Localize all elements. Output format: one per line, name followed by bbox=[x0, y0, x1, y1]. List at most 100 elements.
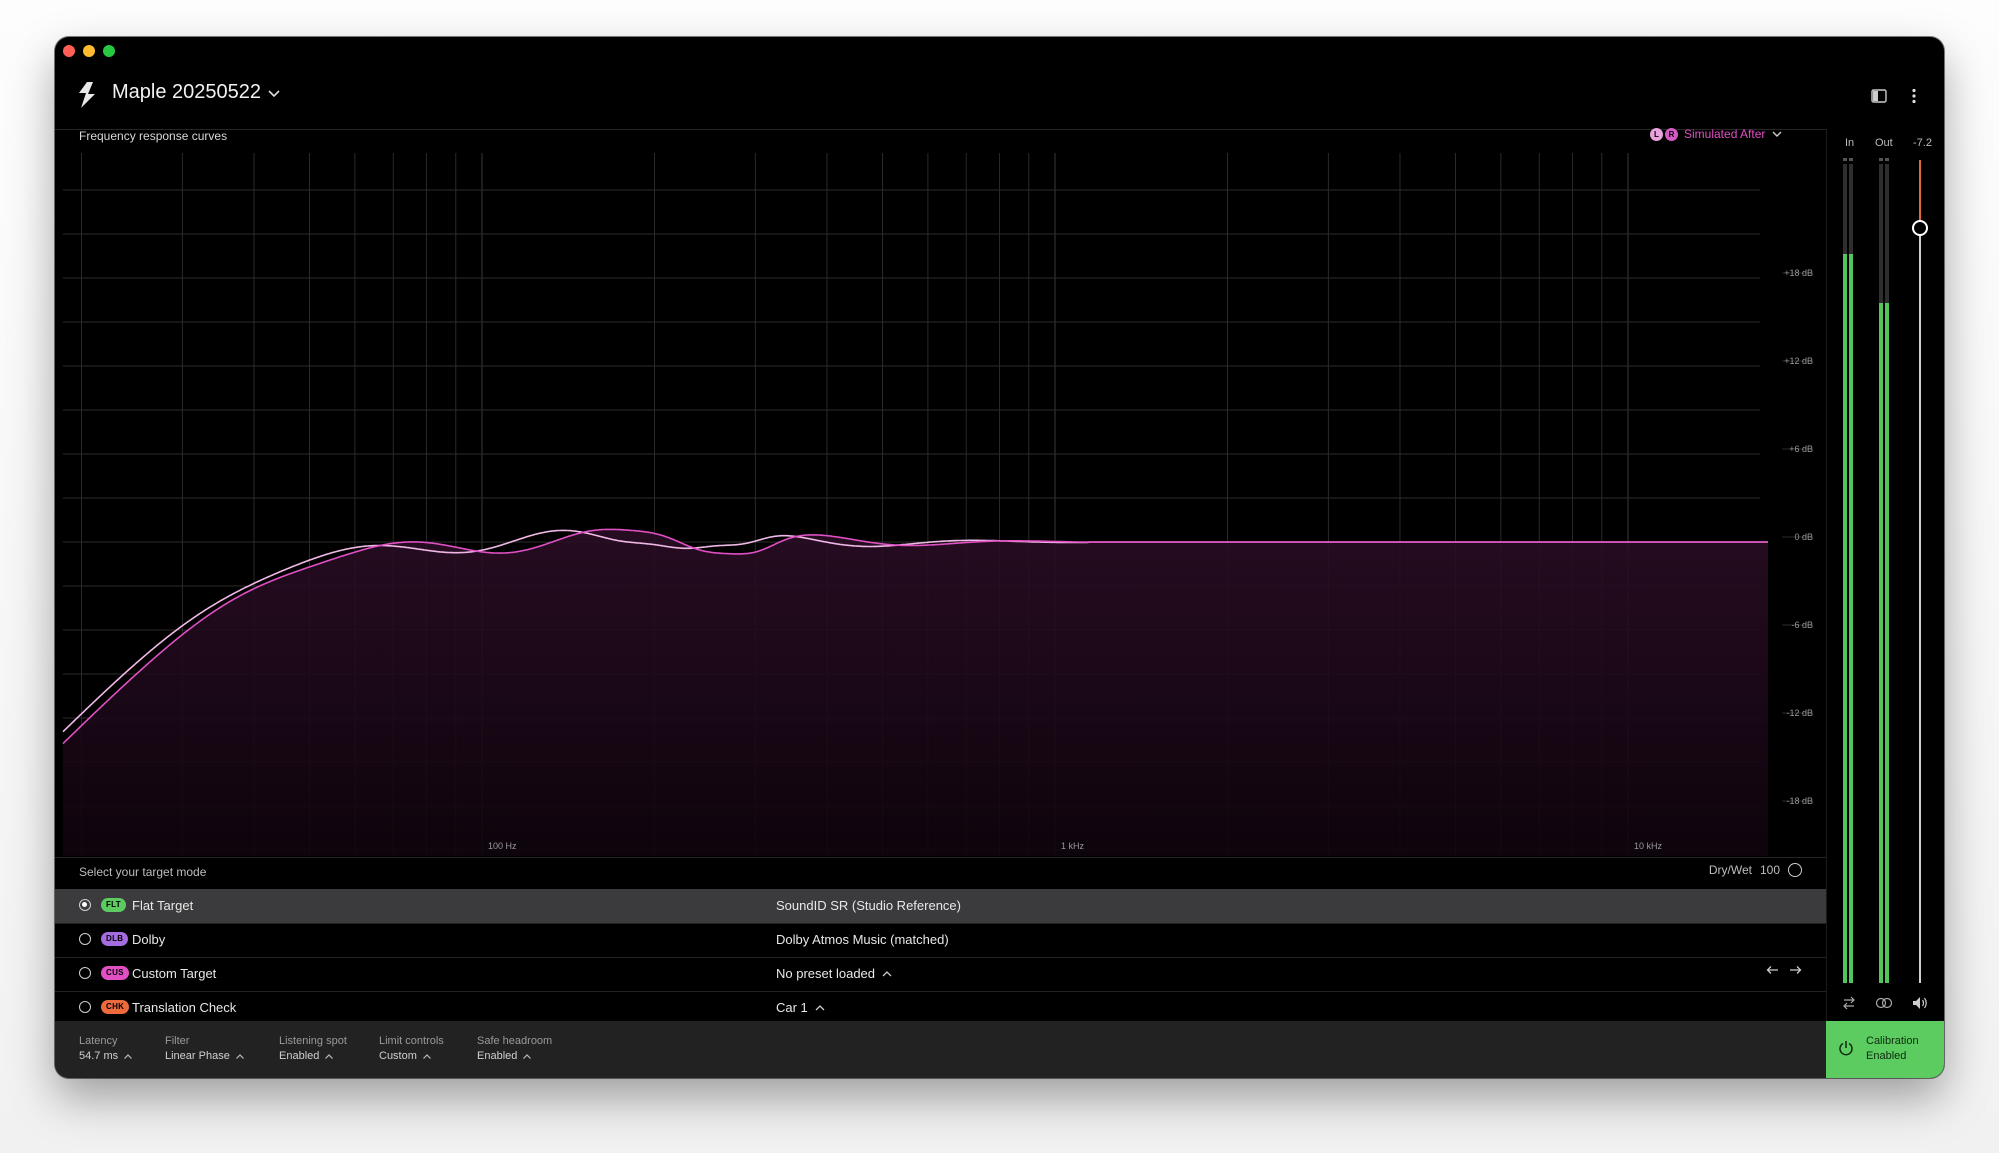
volume-slider-track[interactable] bbox=[1919, 160, 1921, 983]
session-title: Maple 20250522 bbox=[112, 81, 262, 103]
badge-flt: FLT bbox=[101, 898, 126, 912]
chevron-up-icon bbox=[124, 1054, 133, 1059]
graph-title: Frequency response curves bbox=[79, 129, 228, 143]
safe-headroom-label: Safe headroom bbox=[477, 1035, 553, 1047]
target-mode-bar: Select your target mode Dry/Wet 100 bbox=[55, 857, 1826, 889]
db-label: -18 dB bbox=[1786, 796, 1813, 806]
radio-flat-target[interactable] bbox=[79, 899, 91, 911]
limit-controls-setting[interactable]: Limit controls Custom bbox=[379, 1034, 444, 1064]
title-bar: Maple 20250522 bbox=[55, 65, 1944, 129]
db-label: +18 dB bbox=[1784, 268, 1813, 278]
swap-channels-icon[interactable] bbox=[1840, 994, 1858, 1012]
frequency-label: 100 Hz bbox=[488, 841, 517, 851]
badge-dlb: DLB bbox=[101, 932, 129, 946]
calibration-toggle-button[interactable]: Calibration Enabled bbox=[1826, 1021, 1944, 1078]
volume-slider-hot-zone bbox=[1919, 160, 1921, 220]
listening-spot-label: Listening spot bbox=[279, 1035, 347, 1047]
db-label: +6 dB bbox=[1789, 444, 1813, 454]
filter-setting[interactable]: Filter Linear Phase bbox=[165, 1034, 245, 1064]
arrow-right-icon[interactable] bbox=[1789, 965, 1802, 975]
mode-row-flat-target[interactable]: FLT Flat Target SoundID SR (Studio Refer… bbox=[55, 889, 1826, 924]
chevron-down-icon bbox=[268, 89, 280, 97]
mode-row-dolby[interactable]: DLB Dolby Dolby Atmos Music (matched) bbox=[55, 923, 1826, 958]
frequency-response-graph[interactable]: +18 dB +12 dB +6 dB 0 dB -6 dB -12 dB -18 dB 1… bbox=[55, 153, 1826, 857]
output-meter-left-fill bbox=[1879, 303, 1883, 983]
latency-value: 54.7 ms bbox=[79, 1050, 119, 1062]
listening-spot-value: Enabled bbox=[279, 1050, 320, 1062]
target-mode-prompt: Select your target mode bbox=[79, 865, 207, 879]
output-meter-left bbox=[1879, 164, 1883, 983]
right-channel-indicator: R bbox=[1665, 127, 1678, 141]
close-window-button[interactable] bbox=[63, 45, 75, 57]
preset-label: Car 1 bbox=[776, 1000, 808, 1015]
output-meter-label: Out bbox=[1875, 137, 1893, 149]
more-options-icon[interactable] bbox=[1903, 85, 1925, 107]
limit-controls-label: Limit controls bbox=[379, 1035, 444, 1047]
panel-toggle-icon[interactable] bbox=[1868, 85, 1890, 107]
status-bar: Latency 54.7 ms Filter Linear Phase List… bbox=[55, 1021, 1826, 1078]
chevron-up-icon bbox=[523, 1054, 532, 1059]
output-meter-right-fill bbox=[1885, 303, 1889, 983]
preset-label: SoundID SR (Studio Reference) bbox=[776, 898, 961, 913]
window-controls bbox=[63, 45, 115, 57]
badge-cus: CUS bbox=[101, 966, 129, 980]
output-meter-right bbox=[1885, 164, 1889, 983]
chevron-down-icon bbox=[1772, 131, 1782, 137]
output-peak-left bbox=[1879, 158, 1883, 161]
session-selector[interactable]: Maple 20250522 bbox=[112, 81, 281, 104]
dry-wet-control[interactable]: Dry/Wet 100 bbox=[1709, 863, 1802, 877]
input-peak-left bbox=[1843, 158, 1847, 161]
output-peak-right bbox=[1885, 158, 1889, 161]
dry-wet-knob-icon[interactable] bbox=[1788, 863, 1802, 877]
latency-setting[interactable]: Latency 54.7 ms bbox=[79, 1034, 133, 1064]
app-window: Maple 20250522 Frequency response curves… bbox=[55, 37, 1944, 1078]
input-meter-left-fill bbox=[1843, 254, 1847, 983]
mode-name-flat-target: Flat Target bbox=[132, 898, 194, 913]
safe-headroom-setting[interactable]: Safe headroom Enabled bbox=[477, 1034, 552, 1064]
filter-value: Linear Phase bbox=[165, 1050, 230, 1062]
preset-selector-translation-check[interactable]: Car 1 bbox=[776, 1000, 826, 1015]
chevron-up-icon bbox=[325, 1054, 334, 1059]
latency-label: Latency bbox=[79, 1035, 118, 1047]
mode-name-dolby: Dolby bbox=[132, 932, 166, 947]
mode-row-custom-target[interactable]: CUS Custom Target No preset loaded bbox=[55, 957, 1826, 992]
mono-stereo-icon[interactable] bbox=[1875, 994, 1893, 1012]
mode-name-custom-target: Custom Target bbox=[132, 966, 217, 981]
db-label: 0 dB bbox=[1794, 532, 1813, 542]
db-label: -12 dB bbox=[1786, 708, 1813, 718]
zoom-window-button[interactable] bbox=[103, 45, 115, 57]
response-fill-area bbox=[63, 529, 1768, 856]
db-label: +12 dB bbox=[1784, 356, 1813, 366]
arrow-left-icon[interactable] bbox=[1766, 965, 1779, 975]
db-label: -6 dB bbox=[1791, 620, 1813, 630]
badge-chk: CHK bbox=[101, 1000, 130, 1014]
minimize-window-button[interactable] bbox=[83, 45, 95, 57]
listening-spot-setting[interactable]: Listening spot Enabled bbox=[279, 1034, 347, 1064]
left-channel-indicator: L bbox=[1650, 127, 1663, 141]
input-meter-right-fill bbox=[1849, 254, 1853, 983]
chevron-up-icon bbox=[882, 970, 892, 976]
chevron-up-icon bbox=[422, 1054, 431, 1059]
volume-value: -7.2 bbox=[1913, 137, 1932, 149]
calibration-label: Calibration bbox=[1866, 1035, 1919, 1047]
db-scale: +18 dB +12 dB +6 dB 0 dB -6 dB -12 dB -18 dB bbox=[1782, 268, 1813, 806]
dry-wet-label: Dry/Wet bbox=[1708, 863, 1752, 877]
chevron-up-icon bbox=[815, 1004, 825, 1010]
preset-selector-custom-target[interactable]: No preset loaded bbox=[776, 966, 893, 981]
view-mode-selector[interactable]: L R Simulated After bbox=[1650, 127, 1783, 141]
speaker-icon[interactable] bbox=[1911, 994, 1929, 1012]
volume-slider-handle[interactable] bbox=[1912, 220, 1928, 236]
preset-flat-target: SoundID SR (Studio Reference) bbox=[776, 898, 961, 913]
radio-translation-check[interactable] bbox=[79, 1001, 91, 1013]
preset-label: Dolby Atmos Music (matched) bbox=[776, 932, 949, 947]
safe-headroom-value: Enabled bbox=[477, 1050, 518, 1062]
calibration-state: Enabled bbox=[1866, 1050, 1907, 1062]
radio-custom-target[interactable] bbox=[79, 967, 91, 979]
limit-controls-value: Custom bbox=[379, 1050, 417, 1062]
mode-name-translation-check: Translation Check bbox=[132, 1000, 237, 1015]
chevron-up-icon bbox=[235, 1054, 244, 1059]
input-meter-label: In bbox=[1845, 137, 1855, 149]
radio-dolby[interactable] bbox=[79, 933, 91, 945]
input-meter-left bbox=[1843, 164, 1847, 983]
frequency-label: 10 kHz bbox=[1634, 841, 1663, 851]
